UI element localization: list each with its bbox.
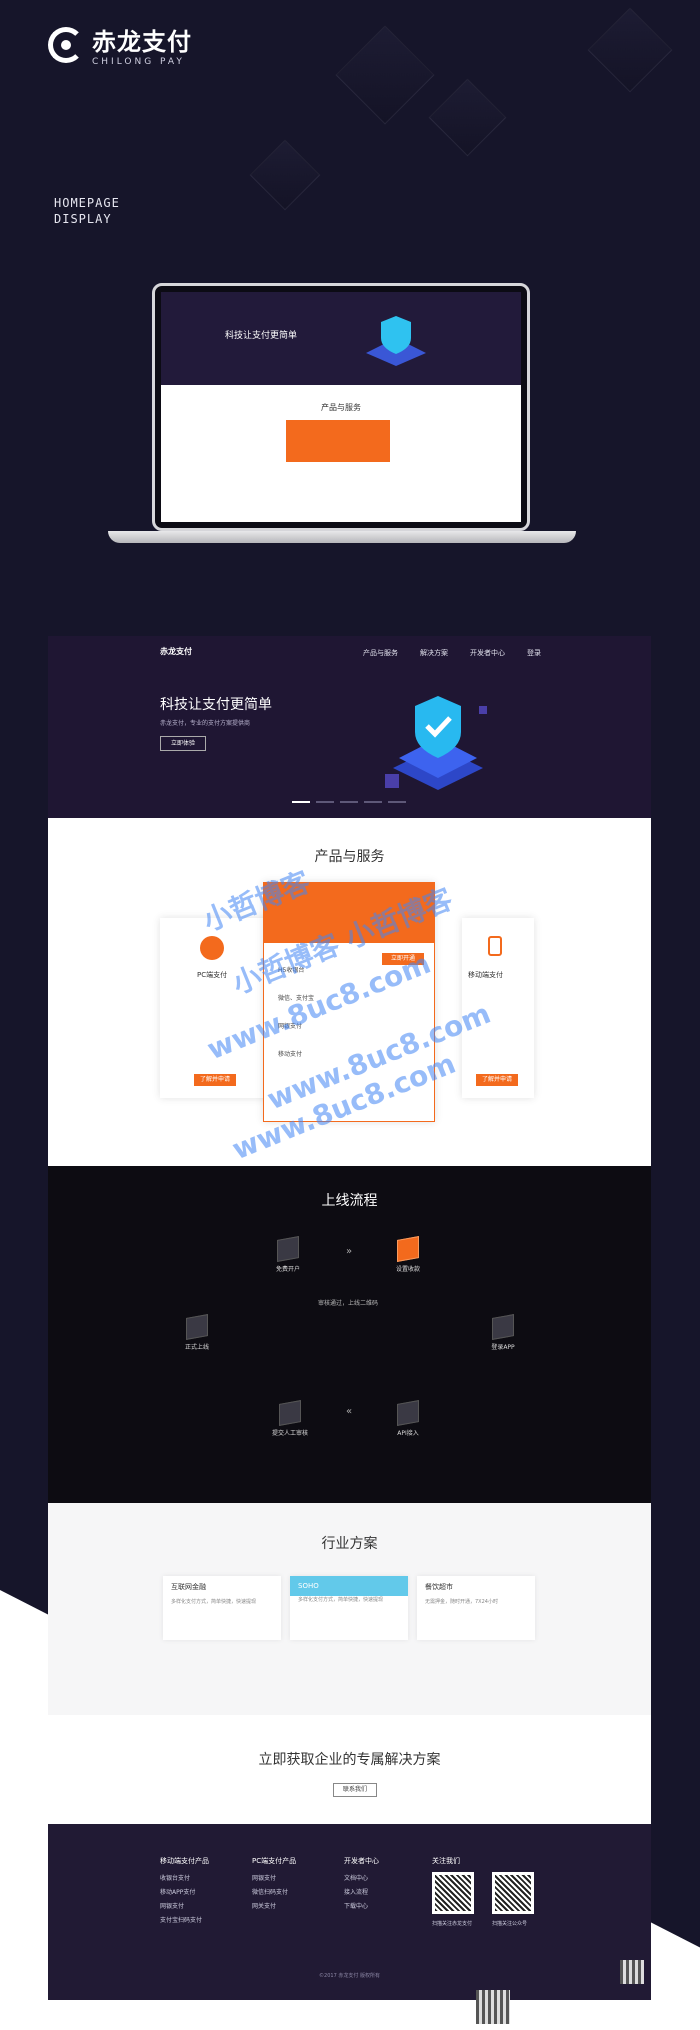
footer-link[interactable]: 移动APP支付	[160, 1886, 209, 1900]
node-label: 免费开户	[275, 1266, 300, 1273]
qr-label: 扫描关注公众号	[492, 1921, 528, 1927]
footer-link[interactable]: 接入流程	[344, 1886, 379, 1900]
footer-link[interactable]: 支付宝扫码支付	[160, 1914, 209, 1928]
footer-col-title: PC端支付产品	[252, 1857, 297, 1865]
nav-item[interactable]: 解决方案	[420, 648, 448, 658]
laptop-hero: 科技让支付更简单	[161, 292, 521, 385]
qr-code	[476, 1990, 510, 2024]
footer-link[interactable]: 网银支付	[252, 1872, 296, 1886]
footer-link[interactable]: 文档中心	[344, 1872, 379, 1886]
contact-button[interactable]: 联系我们	[333, 1783, 377, 1797]
product-card[interactable]: PC端支付 了解并申请	[160, 918, 270, 1098]
footer-col-title: 关注我们	[432, 1857, 460, 1865]
pc-icon	[200, 936, 224, 960]
industry-card-title: 互联网金融	[171, 1583, 206, 1591]
hero-button[interactable]: 立即体验	[160, 736, 206, 751]
cta-section: 立即获取企业的专属解决方案 联系我们	[48, 1715, 651, 1824]
logo-icon	[48, 26, 84, 63]
laptop-screen: 科技让支付更简单 产品与服务	[152, 283, 530, 531]
industry-card[interactable]: SOHO 多样化支付方式，简单快捷，快速提现	[290, 1576, 408, 1640]
footer-col: PC端支付产品 网银支付 微信扫码支付 网关支付	[252, 1854, 296, 1914]
footer-col: 关注我们	[432, 1854, 460, 1872]
footer-link[interactable]: 网关支付	[252, 1900, 296, 1914]
footer-link[interactable]: 收银台支付	[160, 1872, 209, 1886]
industry-card-title: 餐饮超市	[425, 1583, 453, 1591]
footer-col-title: 开发者中心	[344, 1857, 379, 1865]
laptop-center-card	[286, 420, 390, 462]
list-item: 移动支付	[278, 1051, 303, 1058]
brand-logo[interactable]: 赤龙支付 CHILONG PAY	[48, 22, 192, 67]
mobile-icon	[488, 936, 502, 956]
industry-card-desc: 多样化支付方式，简单快捷，快速提现	[298, 1597, 384, 1603]
node-label: 提交人工审核	[271, 1430, 308, 1437]
brand-name: 赤龙支付	[92, 28, 192, 56]
shield-icon	[366, 316, 426, 366]
copyright: ©2017 赤龙支付 版权所有	[319, 1973, 380, 1979]
flow-title: 上线流程	[321, 1193, 378, 1209]
node-label: 正式上线	[184, 1344, 209, 1351]
footer-col: 移动端支付产品 收银台支付 移动APP支付 网银支付 支付宝扫码支付	[160, 1854, 209, 1928]
industry-card[interactable]: 餐饮超市 无需押金，随时开通，7X24小时	[417, 1576, 535, 1640]
laptop-hero-title: 科技让支付更简单	[225, 331, 298, 341]
brand-sub: CHILONG PAY	[92, 57, 185, 67]
nav-item[interactable]: 登录	[527, 648, 541, 658]
card-button[interactable]: 了解并申请	[476, 1074, 518, 1086]
industry-card[interactable]: 互联网金融 多样化支付方式，简单快捷，快速提现	[163, 1576, 281, 1640]
label-line: HOMEPAGE	[54, 196, 120, 210]
laptop-section-title: 产品与服务	[321, 403, 361, 412]
qr-code	[620, 1960, 644, 1984]
chevron-left-icon: «	[346, 1406, 353, 1417]
footer-col: 开发者中心 文档中心 接入流程 下载中心	[344, 1854, 379, 1914]
flow-node: 提交人工审核	[262, 1400, 318, 1437]
qr-code	[432, 1872, 474, 1914]
laptop-base	[108, 531, 576, 543]
carousel-dots[interactable]	[292, 801, 406, 803]
nav-item[interactable]: 产品与服务	[363, 648, 398, 658]
footer-col-title: 移动端支付产品	[160, 1857, 209, 1865]
flow-node: 设置收款	[383, 1236, 433, 1273]
shield-icon	[385, 696, 487, 790]
hero-section: 赤龙支付 产品与服务 解决方案 开发者中心 登录 科技让支付更简单 赤龙支付，专…	[48, 636, 651, 818]
industry-card-title: SOHO	[290, 1576, 408, 1596]
footer-link[interactable]: 网银支付	[160, 1900, 209, 1914]
flow-node: API接入	[383, 1400, 433, 1437]
industry-card-desc: 无需押金，随时开通，7X24小时	[425, 1599, 498, 1605]
hero-subtitle: 赤龙支付，专业的支付方案提供商	[160, 720, 251, 727]
site-nav: 产品与服务 解决方案 开发者中心 登录	[363, 648, 541, 658]
label-line: DISPLAY	[54, 212, 112, 226]
qr-code	[492, 1872, 534, 1914]
chevron-right-icon: »	[346, 1246, 353, 1257]
site-logo[interactable]: 赤龙支付	[160, 646, 192, 657]
homepage-display-label: HOMEPAGE DISPLAY	[54, 195, 120, 227]
card-button[interactable]: 了解并申请	[194, 1074, 236, 1086]
flow-node: 登录APP	[478, 1314, 528, 1351]
industry-title: 行业方案	[321, 1536, 378, 1552]
hero-title: 科技让支付更简单	[160, 697, 272, 713]
cta-title: 立即获取企业的专属解决方案	[258, 1752, 441, 1768]
nav-item[interactable]: 开发者中心	[470, 648, 505, 658]
qr-label: 扫描关注赤龙支付	[432, 1921, 473, 1927]
flow-section: 上线流程 免费开户 » 设置收款 正式上线 审核通过，上线二维码 登录APP 提…	[48, 1166, 651, 1503]
industry-card-desc: 多样化支付方式，简单快捷，快速提现	[171, 1599, 257, 1605]
node-label: API接入	[397, 1430, 419, 1437]
flow-center-text: 审核通过，上线二维码	[317, 1300, 378, 1307]
industry-section: 行业方案 互联网金融 多样化支付方式，简单快捷，快速提现 SOHO 多样化支付方…	[48, 1503, 651, 1715]
footer-link[interactable]: 微信扫码支付	[252, 1886, 296, 1900]
homepage-mockup: 赤龙支付 产品与服务 解决方案 开发者中心 登录 科技让支付更简单 赤龙支付，专…	[48, 636, 651, 2000]
flow-node: 免费开户	[263, 1236, 313, 1273]
footer-link[interactable]: 下载中心	[344, 1900, 379, 1914]
node-label: 登录APP	[491, 1344, 515, 1351]
card-title: PC端支付	[197, 971, 228, 979]
footer: 移动端支付产品 收银台支付 移动APP支付 网银支付 支付宝扫码支付 PC端支付…	[48, 1824, 651, 2000]
flow-node: 正式上线	[172, 1314, 222, 1351]
card-title: 移动端支付	[468, 971, 503, 979]
products-title: 产品与服务	[314, 849, 385, 865]
node-label: 设置收款	[395, 1266, 420, 1273]
